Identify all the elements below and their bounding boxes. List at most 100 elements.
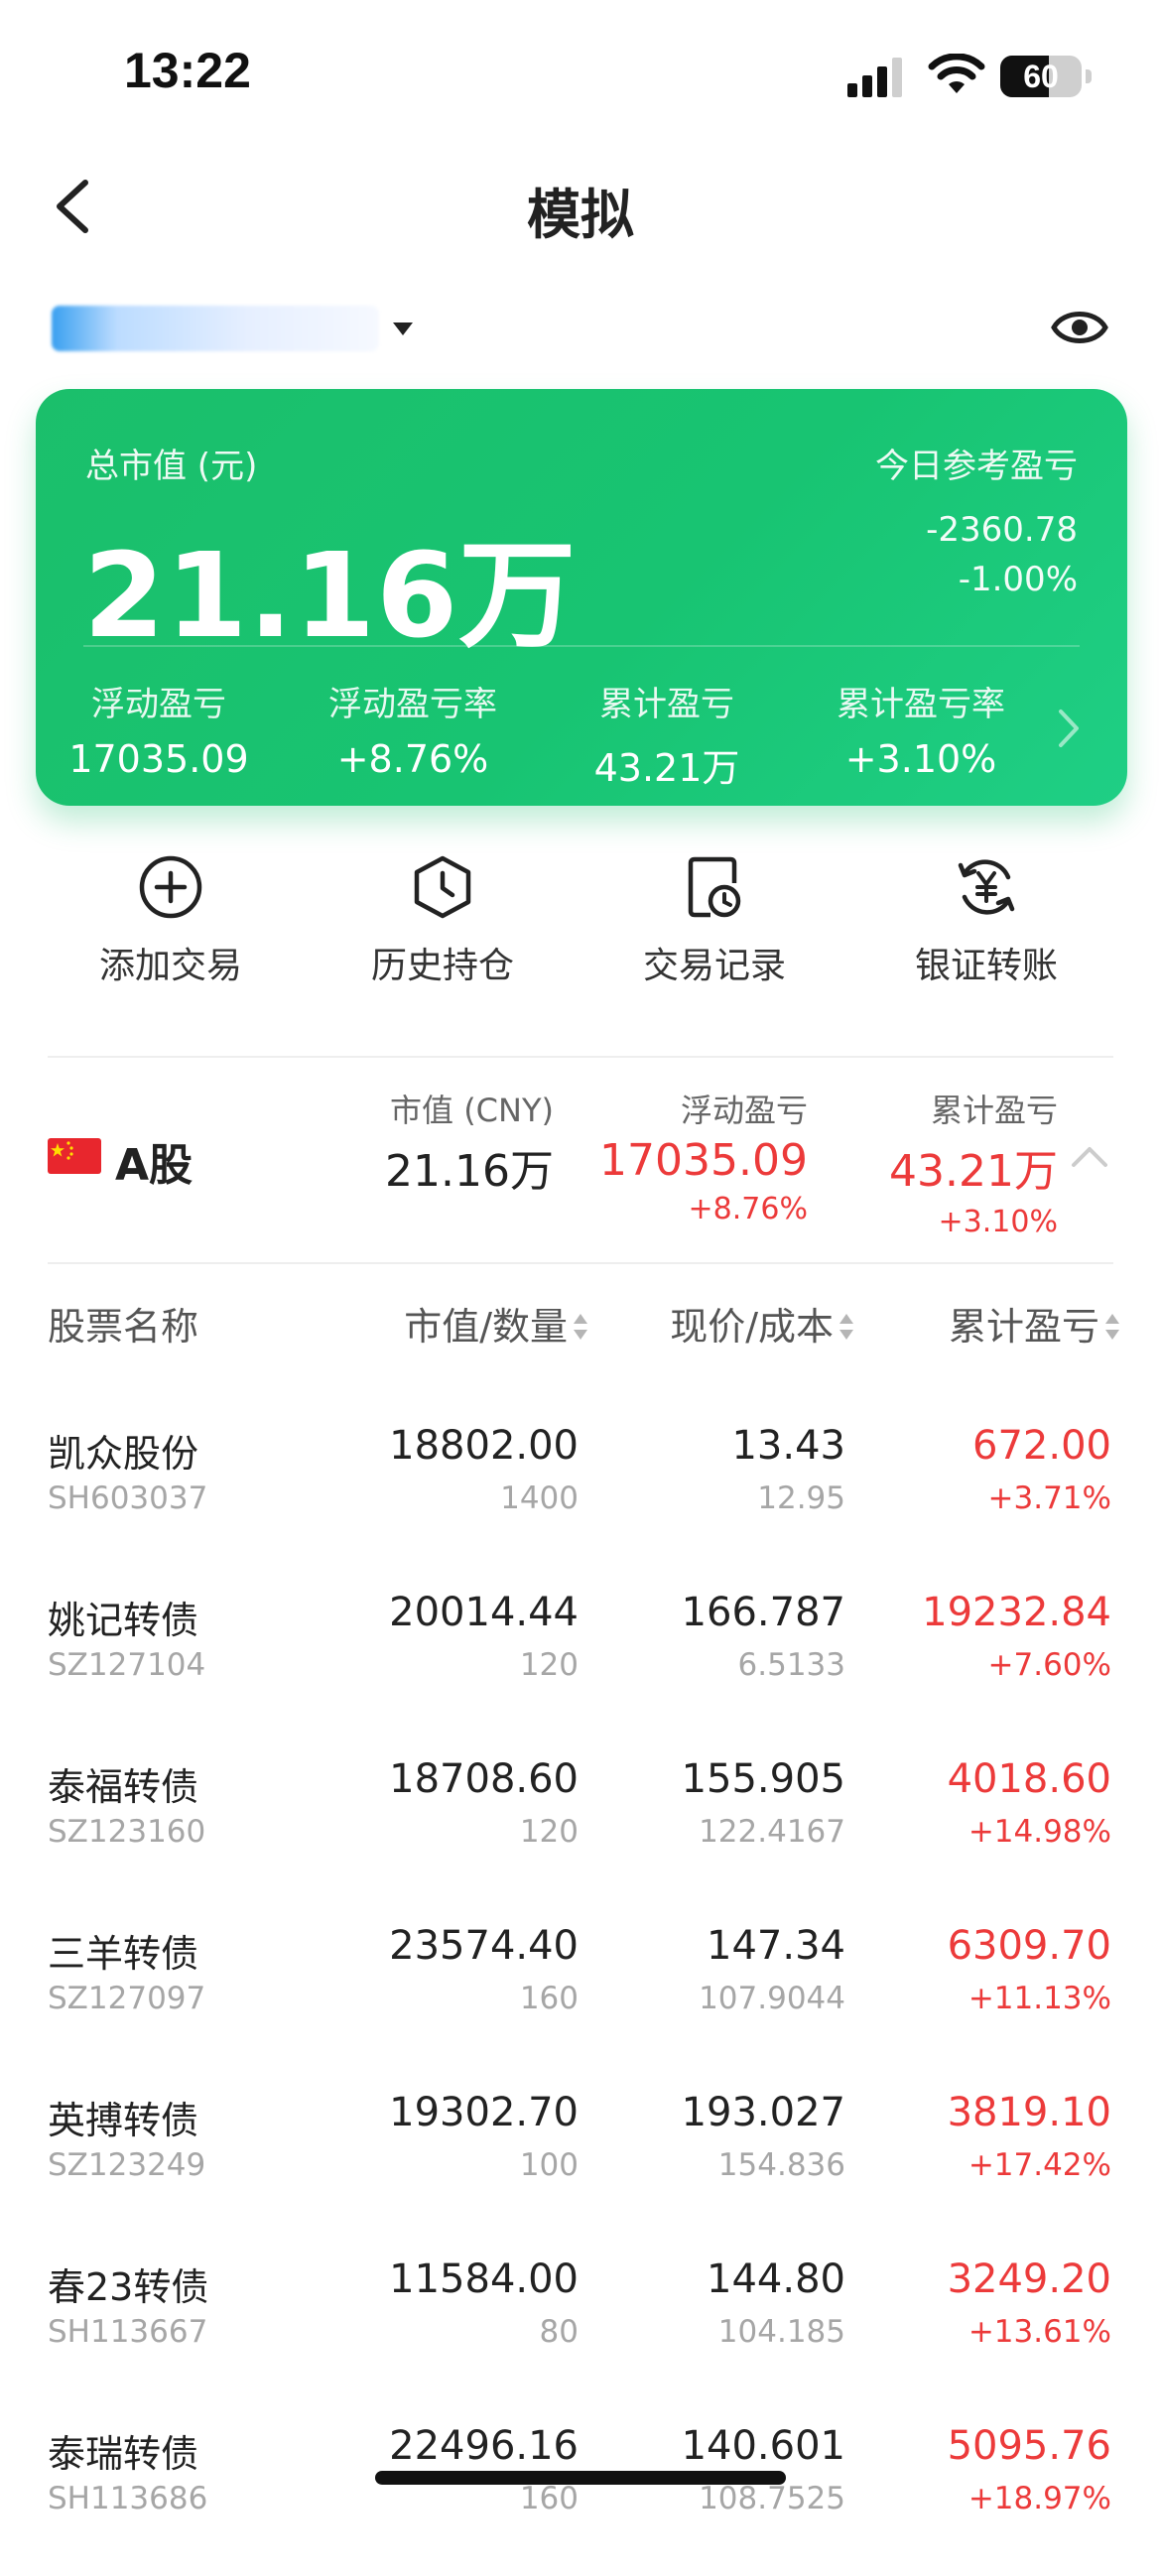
market-value: 20014.44 bbox=[389, 1590, 579, 1635]
header-cum-pnl-sort[interactable]: 累计盈亏 bbox=[949, 1296, 1121, 1351]
stock-name: 春23转债 bbox=[48, 2265, 209, 2309]
summary-cum-pnl-label: 累计盈亏 bbox=[930, 1092, 1058, 1129]
battery-icon: 60 bbox=[1000, 56, 1082, 97]
battery-level: 60 bbox=[1023, 59, 1059, 94]
float-pnl-rate-metric: 浮动盈亏率 +8.76% bbox=[304, 677, 522, 781]
caret-down-icon[interactable] bbox=[391, 320, 415, 337]
cum-pnl: 19232.84 bbox=[922, 1590, 1111, 1635]
current-price: 147.34 bbox=[707, 1923, 845, 1969]
stock-code: SZ127104 bbox=[48, 1647, 206, 1683]
table-row[interactable]: 三羊转债 SZ127097 23574.40 160 147.34 107.90… bbox=[0, 1909, 1161, 2076]
table-row[interactable]: 英搏转债 SZ123249 19302.70 100 193.027 154.8… bbox=[0, 2076, 1161, 2243]
clock-hexagon-icon bbox=[414, 855, 471, 919]
trade-records-button[interactable]: 交易记录 bbox=[595, 853, 834, 1002]
header-value-qty-label: 市值/数量 bbox=[404, 1305, 568, 1349]
market-name: A股 bbox=[115, 1140, 194, 1191]
home-indicator[interactable] bbox=[375, 2471, 786, 2485]
document-clock-icon bbox=[688, 856, 741, 918]
current-price: 155.905 bbox=[681, 1756, 845, 1802]
cum-pnl-rate-label: 累计盈亏率 bbox=[837, 685, 1005, 724]
cost-price: 108.7525 bbox=[699, 2481, 845, 2516]
current-price: 193.027 bbox=[681, 2090, 845, 2135]
eye-icon[interactable] bbox=[1050, 302, 1109, 353]
cum-pnl-percent: +7.60% bbox=[987, 1647, 1111, 1683]
page-title: 模拟 bbox=[527, 184, 634, 246]
table-row[interactable]: 春23转债 SH113667 11584.00 80 144.80 104.18… bbox=[0, 2243, 1161, 2409]
quantity: 80 bbox=[539, 2314, 579, 2350]
cum-pnl-value: 43.21万 bbox=[593, 746, 740, 790]
history-holdings-button[interactable]: 历史持仓 bbox=[323, 853, 562, 1002]
summary-market-value-number: 21.16万 bbox=[385, 1146, 554, 1197]
chevron-up-icon[interactable] bbox=[1070, 1143, 1109, 1171]
bank-transfer-button[interactable]: 银证转账 bbox=[867, 853, 1105, 1002]
float-pnl-metric: 浮动盈亏 17035.09 bbox=[50, 677, 268, 781]
stock-code: SH113667 bbox=[48, 2314, 208, 2350]
stock-code: SH113686 bbox=[48, 2481, 208, 2516]
history-holdings-label: 历史持仓 bbox=[370, 946, 514, 986]
status-time: 13:22 bbox=[124, 43, 251, 98]
china-flag-icon bbox=[48, 1138, 101, 1174]
table-row[interactable]: 姚记转债 SZ127104 20014.44 120 166.787 6.513… bbox=[0, 1576, 1161, 1742]
sort-icon bbox=[839, 1314, 853, 1340]
summary-float-pnl: 浮动盈亏 17035.09 +8.76% bbox=[599, 1086, 808, 1226]
quantity: 160 bbox=[519, 2481, 579, 2516]
market-value: 19302.70 bbox=[389, 2090, 579, 2135]
quantity: 120 bbox=[519, 1647, 579, 1683]
add-trade-button[interactable]: 添加交易 bbox=[52, 853, 290, 1002]
trade-records-label: 交易记录 bbox=[642, 946, 786, 986]
table-row[interactable]: 凯众股份 SH603037 18802.00 1400 13.43 12.95 … bbox=[0, 1409, 1161, 1576]
cum-pnl: 4018.60 bbox=[947, 1756, 1111, 1802]
market-value: 23574.40 bbox=[389, 1923, 579, 1969]
stock-code: SZ127097 bbox=[48, 1981, 206, 2016]
stock-name: 三羊转债 bbox=[48, 1932, 199, 1976]
bank-transfer-label: 银证转账 bbox=[914, 946, 1058, 986]
float-pnl-rate-label: 浮动盈亏率 bbox=[328, 685, 497, 724]
total-value-label: 总市值 (元) bbox=[85, 447, 258, 486]
cum-pnl-percent: +18.97% bbox=[968, 2481, 1111, 2516]
summary-float-pnl-label: 浮动盈亏 bbox=[680, 1092, 808, 1129]
cum-pnl-percent: +3.71% bbox=[987, 1481, 1111, 1516]
cost-price: 104.185 bbox=[717, 2314, 845, 2350]
cum-pnl-percent: +14.98% bbox=[968, 1814, 1111, 1850]
account-name-blurred[interactable] bbox=[52, 306, 379, 351]
cost-price: 122.4167 bbox=[699, 1814, 845, 1850]
cum-pnl: 672.00 bbox=[972, 1423, 1111, 1469]
cum-pnl: 3819.10 bbox=[947, 2090, 1111, 2135]
market-value: 18708.60 bbox=[389, 1756, 579, 1802]
stock-code: SH603037 bbox=[48, 1481, 208, 1516]
cum-pnl-percent: +17.42% bbox=[968, 2147, 1111, 2183]
stock-name: 泰福转债 bbox=[48, 1765, 199, 1809]
today-pnl-label: 今日参考盈亏 bbox=[875, 447, 1078, 486]
quantity: 160 bbox=[519, 1981, 579, 2016]
summary-market-value: 市值 (CNY) 21.16万 bbox=[385, 1086, 554, 1199]
card-divider bbox=[83, 645, 1080, 647]
current-price: 140.601 bbox=[681, 2423, 845, 2469]
cum-pnl-label: 累计盈亏 bbox=[599, 685, 734, 724]
chevron-right-icon[interactable] bbox=[1056, 707, 1082, 750]
wifi-icon bbox=[928, 54, 985, 93]
stock-code: SZ123249 bbox=[48, 2147, 206, 2183]
summary-float-pnl-percent: +8.76% bbox=[688, 1192, 808, 1226]
cum-pnl-rate-metric: 累计盈亏率 +3.10% bbox=[812, 677, 1030, 781]
divider bbox=[48, 1056, 1113, 1058]
cost-price: 107.9044 bbox=[699, 1981, 845, 2016]
current-price: 166.787 bbox=[681, 1590, 845, 1635]
header-value-qty-sort[interactable]: 市值/数量 bbox=[404, 1296, 589, 1351]
quantity: 1400 bbox=[500, 1481, 579, 1516]
cum-pnl-percent: +11.13% bbox=[968, 1981, 1111, 2016]
add-trade-label: 添加交易 bbox=[98, 946, 242, 986]
header-price-cost-sort[interactable]: 现价/成本 bbox=[670, 1296, 855, 1351]
market-value: 18802.00 bbox=[389, 1423, 579, 1469]
market-value: 22496.16 bbox=[389, 2423, 579, 2469]
cum-pnl-percent: +13.61% bbox=[968, 2314, 1111, 2350]
summary-cum-pnl-value: 43.21万 bbox=[889, 1146, 1058, 1197]
quantity: 120 bbox=[519, 1814, 579, 1850]
stock-name: 凯众股份 bbox=[48, 1432, 199, 1476]
cost-price: 6.5133 bbox=[737, 1647, 845, 1683]
cellular-signal-icon bbox=[847, 58, 902, 97]
summary-market-value-label: 市值 (CNY) bbox=[390, 1092, 554, 1129]
table-row[interactable]: 泰瑞转债 SH113686 22496.16 160 140.601 108.7… bbox=[0, 2409, 1161, 2576]
summary-float-pnl-value: 17035.09 bbox=[599, 1135, 808, 1186]
cum-pnl: 5095.76 bbox=[947, 2423, 1111, 2469]
table-row[interactable]: 泰福转债 SZ123160 18708.60 120 155.905 122.4… bbox=[0, 1742, 1161, 1909]
